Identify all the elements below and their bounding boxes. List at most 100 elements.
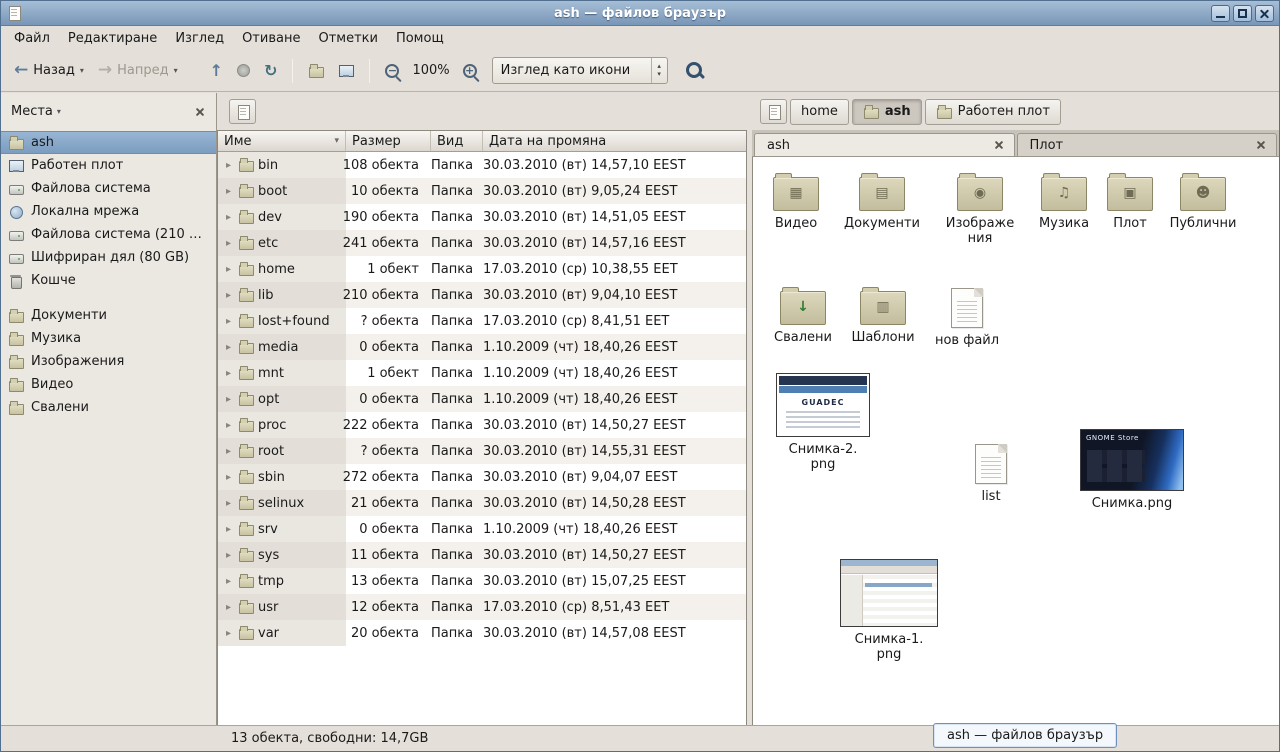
column-header[interactable]: Дата на промяна ▾ xyxy=(483,131,746,151)
places-item[interactable]: Шифриран дял (80 GB) xyxy=(1,246,216,269)
places-item[interactable]: ash xyxy=(1,131,216,154)
expander-icon[interactable]: ▸ xyxy=(223,550,234,561)
expander-icon[interactable]: ▸ xyxy=(223,342,234,353)
sidebar-close-icon[interactable] xyxy=(192,104,208,120)
table-row[interactable]: ▸ sys 11 обекта Папка 30.03.2010 (вт) 14… xyxy=(218,542,746,568)
forward-button[interactable]: → Напред ▾ xyxy=(91,58,185,83)
expander-icon[interactable]: ▸ xyxy=(223,160,234,171)
expander-icon[interactable]: ▸ xyxy=(223,264,234,275)
places-item[interactable]: Видео xyxy=(1,373,216,396)
expander-icon[interactable]: ▸ xyxy=(223,628,234,639)
table-row[interactable]: ▸ boot 10 обекта Папка 30.03.2010 (вт) 9… xyxy=(218,178,746,204)
expander-icon[interactable]: ▸ xyxy=(223,186,234,197)
close-button[interactable] xyxy=(1255,5,1274,22)
icon-view-image[interactable]: GNOME Store Снимка.png xyxy=(1073,429,1191,511)
table-row[interactable]: ▸ tmp 13 обекта Папка 30.03.2010 (вт) 15… xyxy=(218,568,746,594)
places-item[interactable]: Локална мрежа xyxy=(1,200,216,223)
view-mode-select[interactable]: Изглед като икони ▴ ▾ xyxy=(492,57,668,84)
titlebar[interactable]: ash — файлов браузър xyxy=(1,1,1279,26)
places-item[interactable]: Свалени xyxy=(1,396,216,419)
icon-view-file[interactable]: list xyxy=(947,441,1035,504)
table-row[interactable]: ▸ lib 210 обекта Папка 30.03.2010 (вт) 9… xyxy=(218,282,746,308)
tab-close-icon[interactable] xyxy=(991,137,1007,153)
expander-icon[interactable]: ▸ xyxy=(223,290,234,301)
zoom-in-button[interactable]: + xyxy=(456,60,484,82)
pathbar-button[interactable]: Работен плот xyxy=(925,99,1061,125)
reload-button[interactable]: ↻ xyxy=(257,59,284,83)
table-row[interactable]: ▸ proc 222 обекта Папка 30.03.2010 (вт) … xyxy=(218,412,746,438)
table-row[interactable]: ▸ home 1 обект Папка 17.03.2010 (ср) 10,… xyxy=(218,256,746,282)
taskbar-window-button[interactable]: ash — файлов браузър xyxy=(933,723,1117,748)
icon-view-file[interactable]: нов файл xyxy=(921,285,1013,348)
places-item[interactable]: Файлова система xyxy=(1,177,216,200)
menu-item[interactable]: Помощ xyxy=(387,29,453,48)
pathbar-root-button[interactable] xyxy=(760,99,787,124)
table-row[interactable]: ▸ dev 190 обекта Папка 30.03.2010 (вт) 1… xyxy=(218,204,746,230)
icon-view-folder[interactable]: Видео xyxy=(754,171,838,231)
menu-item[interactable]: Файл xyxy=(5,29,59,48)
zoom-out-button[interactable]: − xyxy=(378,60,406,82)
icon-view-image[interactable]: GUADEC Снимка-2.png xyxy=(773,373,873,472)
pathbar-button[interactable]: home xyxy=(790,99,849,125)
icon-view-folder[interactable]: Публични xyxy=(1157,171,1249,231)
maximize-button[interactable] xyxy=(1233,5,1252,22)
column-header[interactable]: Размер ▾ xyxy=(346,131,431,151)
table-row[interactable]: ▸ usr 12 обекта Папка 17.03.2010 (ср) 8,… xyxy=(218,594,746,620)
table-row[interactable]: ▸ lost+found ? обекта Папка 17.03.2010 (… xyxy=(218,308,746,334)
expander-icon[interactable]: ▸ xyxy=(223,498,234,509)
table-row[interactable]: ▸ mnt 1 обект Папка 1.10.2009 (чт) 18,40… xyxy=(218,360,746,386)
table-row[interactable]: ▸ var 20 обекта Папка 30.03.2010 (вт) 14… xyxy=(218,620,746,646)
icon-view-folder[interactable]: Документи xyxy=(838,171,926,231)
places-item[interactable]: Кошче xyxy=(1,269,216,292)
table-row[interactable]: ▸ srv 0 обекта Папка 1.10.2009 (чт) 18,4… xyxy=(218,516,746,542)
tab[interactable]: ash xyxy=(754,133,1015,156)
places-item[interactable]: Музика xyxy=(1,327,216,350)
column-header[interactable]: Име ▾ xyxy=(218,131,346,151)
table-row[interactable]: ▸ etc 241 обекта Папка 30.03.2010 (вт) 1… xyxy=(218,230,746,256)
menu-item[interactable]: Редактиране xyxy=(59,29,166,48)
up-button[interactable]: ↑ xyxy=(203,59,230,83)
tab[interactable]: Плот xyxy=(1017,133,1278,156)
table-row[interactable]: ▸ selinux 21 обекта Папка 30.03.2010 (вт… xyxy=(218,490,746,516)
expander-icon[interactable]: ▸ xyxy=(223,576,234,587)
places-item[interactable]: Изображения xyxy=(1,350,216,373)
expander-icon[interactable]: ▸ xyxy=(223,212,234,223)
pathbar-button[interactable]: ash xyxy=(852,99,922,125)
icon-view-folder[interactable]: Свалени xyxy=(759,285,847,345)
expander-icon[interactable]: ▸ xyxy=(223,316,234,327)
computer-button[interactable] xyxy=(331,59,361,83)
back-button[interactable]: ← Назад ▾ xyxy=(7,58,91,83)
menu-item[interactable]: Отиване xyxy=(233,29,309,48)
places-item[interactable]: Файлова система (210 MB) xyxy=(1,223,216,246)
minimize-button[interactable] xyxy=(1211,5,1230,22)
sidebar-dropdown-icon[interactable]: ▾ xyxy=(57,107,61,116)
menu-item[interactable]: Отметки xyxy=(309,29,386,48)
combo-spinner[interactable]: ▴ ▾ xyxy=(651,58,667,83)
back-history-dropdown-icon[interactable]: ▾ xyxy=(80,66,84,75)
column-header[interactable]: Вид ▾ xyxy=(431,131,483,151)
expander-icon[interactable]: ▸ xyxy=(223,368,234,379)
search-button[interactable] xyxy=(680,56,710,86)
table-row[interactable]: ▸ root ? обекта Папка 30.03.2010 (вт) 14… xyxy=(218,438,746,464)
expander-icon[interactable]: ▸ xyxy=(223,602,234,613)
expander-icon[interactable]: ▸ xyxy=(223,446,234,457)
table-row[interactable]: ▸ media 0 обекта Папка 1.10.2009 (чт) 18… xyxy=(218,334,746,360)
expander-icon[interactable]: ▸ xyxy=(223,524,234,535)
list-pane-location-button[interactable] xyxy=(229,99,256,124)
expander-icon[interactable]: ▸ xyxy=(223,472,234,483)
places-item[interactable]: Работен плот xyxy=(1,154,216,177)
icon-view-folder[interactable]: Шаблони xyxy=(839,285,927,345)
table-row[interactable]: ▸ sbin 272 обекта Папка 30.03.2010 (вт) … xyxy=(218,464,746,490)
sidebar-title[interactable]: Места xyxy=(11,104,53,119)
expander-icon[interactable]: ▸ xyxy=(223,394,234,405)
table-row[interactable]: ▸ bin 108 обекта Папка 30.03.2010 (вт) 1… xyxy=(218,152,746,178)
stop-button[interactable] xyxy=(230,60,257,81)
table-row[interactable]: ▸ opt 0 обекта Папка 1.10.2009 (чт) 18,4… xyxy=(218,386,746,412)
expander-icon[interactable]: ▸ xyxy=(223,420,234,431)
expander-icon[interactable]: ▸ xyxy=(223,238,234,249)
menu-item[interactable]: Изглед xyxy=(166,29,233,48)
tab-close-icon[interactable] xyxy=(1253,137,1269,153)
icon-view-image[interactable]: Снимка-1.png xyxy=(837,559,941,662)
home-button[interactable] xyxy=(301,59,331,83)
icon-view-folder[interactable]: Изображения xyxy=(932,171,1028,246)
